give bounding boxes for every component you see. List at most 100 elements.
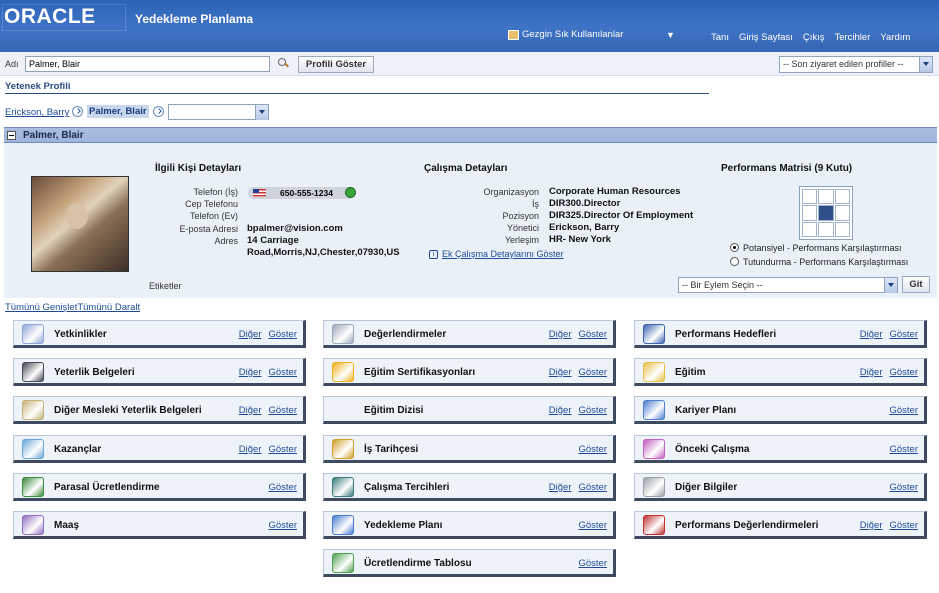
show-link[interactable]: Göster (889, 405, 918, 416)
show-link[interactable]: Göster (268, 444, 297, 455)
qualifications-icon (22, 362, 44, 382)
chevron-down-icon[interactable] (255, 105, 268, 120)
recent-profiles-select[interactable]: -- Son ziyaret edilen profiller -- (779, 56, 933, 73)
arrow-right-icon[interactable] (153, 106, 164, 117)
link-preferences[interactable]: Tercihler (834, 32, 870, 43)
action-select[interactable]: -- Bir Eylem Seçin -- (678, 277, 898, 293)
nine-box-grid[interactable] (799, 186, 853, 240)
chevron-down-icon[interactable] (919, 57, 932, 72)
expand-all-link[interactable]: Tümünü Genişlet (5, 302, 77, 313)
tile-performance-reviews[interactable]: Performans Değerlendirmeleri Diğer Göster (634, 511, 927, 539)
tile-compensation-table[interactable]: Ücretlendirme Tablosu Göster (323, 549, 616, 577)
matrix-cell[interactable] (834, 221, 850, 237)
other-link[interactable]: Diğer (239, 405, 262, 416)
chevron-down-icon[interactable]: ▼ (666, 30, 675, 40)
potential-radio[interactable] (730, 243, 739, 252)
tile-title: Eğitim (675, 367, 706, 378)
show-link[interactable]: Göster (578, 558, 607, 569)
tile-earnings[interactable]: Kazançlar Diğer Göster (13, 435, 306, 463)
link-home[interactable]: Giriş Sayfası (739, 32, 793, 43)
matrix-cell[interactable] (802, 205, 818, 221)
tile-education[interactable]: Eğitim Diğer Göster (634, 358, 927, 386)
show-link[interactable]: Göster (889, 367, 918, 378)
other-link[interactable]: Diğer (549, 329, 572, 340)
name-search-input[interactable] (25, 56, 270, 72)
collapse-icon[interactable] (7, 131, 16, 140)
matrix-cell[interactable] (834, 189, 850, 205)
arrow-right-icon[interactable] (72, 106, 83, 117)
tile-qualifications[interactable]: Yeterlik Belgeleri Diğer Göster (13, 358, 306, 386)
tile-other-qualifications[interactable]: Diğer Mesleki Yeterlik Belgeleri Diğer Gös… (13, 396, 306, 424)
tile-work-history[interactable]: İş Tarihçesi Göster (323, 435, 616, 463)
show-link[interactable]: Göster (578, 405, 607, 416)
tile-certifications[interactable]: Eğitim Sertifikasyonları Diğer Göster (323, 358, 616, 386)
retention-radio[interactable] (730, 257, 739, 266)
matrix-cell[interactable] (802, 189, 818, 205)
tile-performance-goals[interactable]: Performans Hedefleri Diğer Göster (634, 320, 927, 348)
collapse-all-link[interactable]: Tümünü Daralt (77, 302, 140, 313)
other-link[interactable]: Diğer (549, 405, 572, 416)
more-work-details-link[interactable]: Ek Çalışma Detaylarını Göster (442, 249, 564, 259)
tile-title: Çalışma Tercihleri (364, 482, 450, 493)
work-label: Pozisyon (502, 211, 539, 221)
tile-links: Göster (889, 444, 918, 455)
tile-links: Göster (268, 520, 297, 531)
tile-other-information[interactable]: Diğer Bilgiler Göster (634, 473, 927, 501)
tile-monetary-compensation[interactable]: Parasal Ücretlendirme Göster (13, 473, 306, 501)
other-link[interactable]: Diğer (860, 520, 883, 531)
link-help[interactable]: Yardım (880, 32, 910, 43)
show-link[interactable]: Göster (889, 482, 918, 493)
breadcrumb-erickson[interactable]: Erickson, Barry (5, 107, 69, 118)
tile-assessments[interactable]: Değerlendirmeler Diğer Göster (323, 320, 616, 348)
chevron-down-icon[interactable] (884, 278, 897, 293)
section-header[interactable]: Palmer, Blair (4, 127, 937, 143)
tile-links: Göster (889, 405, 918, 416)
go-button[interactable]: Git (902, 276, 930, 293)
other-link[interactable]: Diğer (239, 444, 262, 455)
breadcrumb-palmer[interactable]: Palmer, Blair (87, 105, 149, 118)
other-link[interactable]: Diğer (860, 367, 883, 378)
show-link[interactable]: Göster (268, 520, 297, 531)
tile-succession-plan[interactable]: Yedekleme Planı Göster (323, 511, 616, 539)
show-link[interactable]: Göster (578, 329, 607, 340)
matrix-cell[interactable] (818, 221, 834, 237)
other-link[interactable]: Diğer (549, 367, 572, 378)
show-link[interactable]: Göster (889, 329, 918, 340)
breadcrumb-select[interactable] (168, 104, 269, 120)
matrix-cell[interactable] (818, 189, 834, 205)
show-link[interactable]: Göster (578, 520, 607, 531)
show-link[interactable]: Göster (268, 482, 297, 493)
other-link[interactable]: Diğer (549, 482, 572, 493)
show-link[interactable]: Göster (268, 329, 297, 340)
link-diagnostics[interactable]: Tanı (711, 32, 729, 43)
tile-competencies[interactable]: Yetkinlikler Diğer Göster (13, 320, 306, 348)
page-title: Yetenek Profili (5, 81, 71, 92)
tile-career-plan[interactable]: Kariyer Planı Göster (634, 396, 927, 424)
performance-goals-icon (643, 324, 665, 344)
show-link[interactable]: Göster (268, 367, 297, 378)
show-link[interactable]: Göster (578, 367, 607, 378)
matrix-cell[interactable] (802, 221, 818, 237)
tile-training-path[interactable]: Eğitim Dizisi Diğer Göster (323, 396, 616, 424)
matrix-cell[interactable] (818, 205, 834, 221)
tile-previous-employment[interactable]: Önceki Çalışma Göster (634, 435, 927, 463)
show-link[interactable]: Göster (578, 444, 607, 455)
show-link[interactable]: Göster (889, 520, 918, 531)
show-profile-button[interactable]: Profili Göster (298, 56, 374, 73)
tile-work-preferences[interactable]: Çalışma Tercihleri Diğer Göster (323, 473, 616, 501)
call-icon[interactable] (345, 187, 356, 198)
tile-salary[interactable]: Maaş Göster (13, 511, 306, 539)
show-link[interactable]: Göster (268, 405, 297, 416)
work-phone-badge[interactable]: 650-555-1234 (248, 187, 356, 199)
link-logout[interactable]: Çıkış (803, 32, 825, 43)
other-link[interactable]: Diğer (239, 367, 262, 378)
show-link[interactable]: Göster (578, 482, 607, 493)
other-link[interactable]: Diğer (239, 329, 262, 340)
search-icon[interactable] (277, 57, 289, 69)
other-link[interactable]: Diğer (860, 329, 883, 340)
show-link[interactable]: Göster (889, 444, 918, 455)
tile-links: Diğer Göster (549, 367, 607, 378)
action-select-value: -- Bir Eylem Seçin -- (682, 280, 763, 290)
matrix-cell[interactable] (834, 205, 850, 221)
navigator-favorites[interactable]: Gezgin Sık Kullanılanlar (508, 29, 623, 40)
